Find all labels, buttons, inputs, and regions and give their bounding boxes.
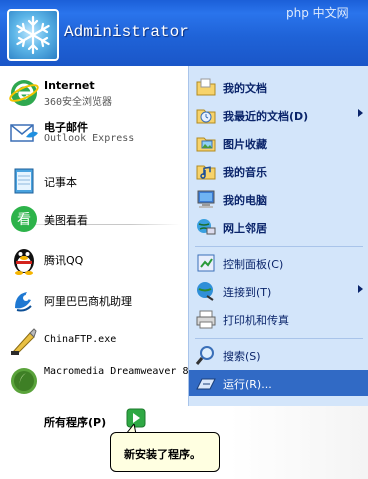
snowflake-icon [16, 15, 50, 55]
submenu-arrow-icon [358, 285, 363, 293]
qq-penguin-icon [8, 243, 40, 275]
connect-to-item[interactable]: 连接到(T) [189, 278, 368, 304]
control-panel-icon [195, 252, 217, 274]
search-item[interactable]: 搜索(S) [189, 342, 368, 368]
my-computer-item[interactable]: 我的电脑 [189, 186, 368, 212]
pinned-internet-subtitle: 360安全浏览器 [44, 97, 113, 108]
my-music-item[interactable]: 我的音乐 [189, 158, 368, 184]
printers-item[interactable]: 打印机和传真 [189, 306, 368, 332]
places-pane: 我的文档 我最近的文档(D) 图片收藏 我的音乐 我的电脑 网上邻居 控制面板(… [188, 66, 368, 406]
recent-documents-item[interactable]: 我最近的文档(D) [189, 102, 368, 128]
run-icon [195, 372, 217, 394]
programs-pane: Internet 360安全浏览器 电子邮件 Outlook Express 记 [0, 66, 189, 406]
pinned-internet[interactable]: Internet 360安全浏览器 [4, 74, 186, 112]
recent-dreamweaver[interactable]: Macromedia Dreamweaver 8 [4, 362, 189, 400]
start-menu-header: Administrator php 中文网 [0, 0, 368, 68]
svg-text:看: 看 [17, 212, 31, 228]
my-documents-label: 我的文档 [223, 82, 267, 95]
recent-qq[interactable]: 腾讯QQ [4, 240, 186, 278]
recent-image-viewer-label: 美图看看 [44, 214, 88, 227]
pinned-internet-title: Internet [44, 79, 95, 92]
image-viewer-icon: 看 [8, 203, 40, 235]
all-programs-button[interactable]: 所有程序(P) [44, 414, 106, 430]
separator [195, 338, 363, 339]
pinned-email-subtitle: Outlook Express [44, 133, 135, 144]
ftp-icon [8, 325, 40, 357]
submenu-arrow-icon [358, 109, 363, 117]
my-computer-icon [195, 188, 217, 210]
connect-to-icon [195, 280, 217, 302]
recent-notepad[interactable]: 记事本 [4, 162, 186, 200]
search-icon [195, 344, 217, 366]
footer-background [230, 406, 368, 479]
recent-documents-label: 我最近的文档(D) [223, 110, 309, 123]
printers-label: 打印机和传真 [223, 314, 289, 327]
notepad-icon [8, 165, 40, 197]
recent-chinaftp[interactable]: ChinaFTP.exe [4, 322, 186, 360]
user-avatar[interactable] [7, 9, 59, 61]
recent-notepad-label: 记事本 [44, 176, 77, 189]
connect-to-label: 连接到(T) [223, 286, 272, 299]
control-panel-label: 控制面板(C) [223, 258, 284, 271]
pinned-email[interactable]: 电子邮件 Outlook Express [4, 114, 186, 152]
user-name: Administrator [64, 23, 189, 41]
search-label: 搜索(S) [223, 350, 261, 363]
recent-chinaftp-label: ChinaFTP.exe [44, 334, 117, 345]
recent-dreamweaver-label: Macromedia Dreamweaver 8 [44, 366, 189, 377]
watermark: php 中文网 [286, 6, 349, 20]
my-music-icon [195, 160, 217, 182]
my-pictures-icon [195, 132, 217, 154]
notification-balloon-text: 新安装了程序。 [124, 448, 201, 461]
my-pictures-label: 图片收藏 [223, 138, 267, 151]
run-item[interactable]: 运行(R)... [189, 370, 368, 396]
my-documents-item[interactable]: 我的文档 [189, 74, 368, 100]
recent-documents-icon [195, 104, 217, 126]
email-icon [8, 117, 40, 149]
run-label: 运行(R)... [223, 378, 272, 391]
recent-image-viewer[interactable]: 看 美图看看 [4, 200, 186, 238]
separator [195, 246, 363, 247]
control-panel-item[interactable]: 控制面板(C) [189, 250, 368, 276]
recent-aliwangwang[interactable]: 阿里巴巴商机助理 [4, 281, 186, 319]
my-computer-label: 我的电脑 [223, 194, 267, 207]
aliwangwang-icon [8, 284, 40, 316]
network-item[interactable]: 网上邻居 [189, 214, 368, 240]
my-pictures-item[interactable]: 图片收藏 [189, 130, 368, 156]
dreamweaver-icon [8, 365, 40, 397]
recent-aliwangwang-label: 阿里巴巴商机助理 [44, 295, 132, 308]
recent-qq-label: 腾讯QQ [44, 254, 84, 267]
network-label: 网上邻居 [223, 222, 267, 235]
printer-icon [195, 308, 217, 330]
my-documents-icon [195, 76, 217, 98]
browser-icon [8, 77, 40, 109]
network-icon [195, 216, 217, 238]
my-music-label: 我的音乐 [223, 166, 267, 179]
